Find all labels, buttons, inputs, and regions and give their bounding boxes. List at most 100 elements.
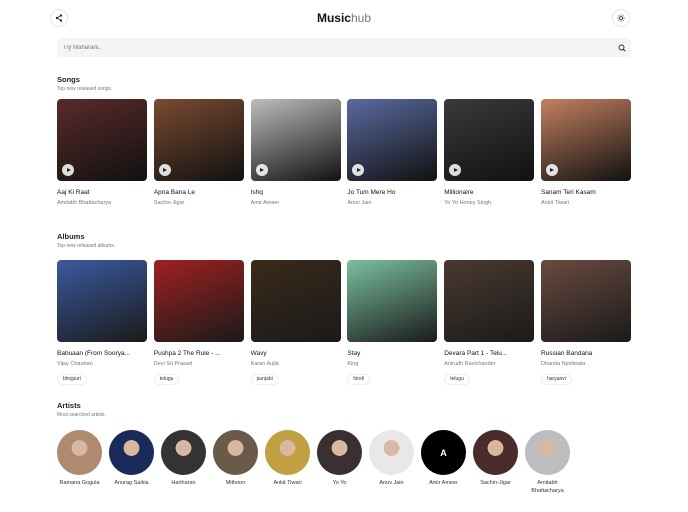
album-card[interactable]: Babuaan (From Soorya... Vijay Chauhan bh… [57,260,147,385]
album-cover[interactable] [57,260,147,342]
album-cover[interactable] [250,260,341,342]
album-title: Pushpa 2 The Rule - ... [153,350,221,357]
artist-avatar[interactable] [57,430,102,475]
artist-name: Anurag Saikia [114,480,149,486]
album-card[interactable]: Pushpa 2 The Rule - ... Devi Sri Prasad … [153,260,244,385]
artist-name: Sachin-Jigar [480,480,511,486]
album-artist: Vijay Chauhan [57,361,93,367]
album-artist: Karan Aujla [250,361,279,367]
song-card[interactable]: Millionaire Yo Yo Honey Singh [444,99,535,206]
artist-item[interactable]: Sachin-Jigar [473,430,518,495]
song-title: Apna Bana Le [153,189,195,196]
song-title: Ishq [250,189,263,196]
app-logo: Musichub [316,11,372,25]
song-artist: Amir Ameer [250,200,280,206]
album-card[interactable]: Stay King hindi [347,260,438,385]
album-cover[interactable] [153,260,244,342]
language-tag: punjabi [250,373,279,385]
album-cover[interactable] [347,260,438,342]
search-bar[interactable] [57,38,631,57]
song-title: Millionaire [444,189,474,196]
album-artist: Devi Sri Prasad [153,361,193,367]
language-tag: haryanvi [540,373,572,385]
play-icon[interactable] [352,164,365,176]
song-artist: Yo Yo Honey Singh [444,200,492,206]
artists-subheading: Most searched artists. [57,412,106,418]
album-artist: Anirudh Ravichander [444,361,496,367]
play-icon[interactable] [255,164,268,176]
artist-avatar[interactable] [265,430,310,475]
artist-avatar[interactable] [369,430,414,475]
songs-list: Aaj Ki Raat Amitabh Bhattacharya Apna Ba… [57,99,631,206]
song-card[interactable]: Jo Tum Mere Ho Anuv Jain [347,99,438,206]
song-title: Sanam Teri Kasam [540,189,596,196]
artist-item[interactable]: Yo Yo [317,430,362,495]
artist-initial: A [440,447,447,458]
artist-item[interactable]: Amitabh Bhattacharya [525,430,570,495]
artist-name: Mithoon [225,480,246,486]
song-artist: Anuv Jain [347,200,372,206]
album-card[interactable]: Wavy Karan Aujla punjabi [250,260,341,385]
album-title: Babuaan (From Soorya... [57,350,130,357]
album-card[interactable]: Devara Part 1 - Telu... Anirudh Ravichan… [444,260,535,385]
artists-heading: Artists [57,401,81,410]
play-icon[interactable] [62,164,74,176]
language-tag: bhojpuri [57,373,87,385]
album-cover[interactable] [444,260,535,342]
album-cover[interactable] [540,260,631,342]
song-cover[interactable] [250,99,341,181]
albums-heading: Albums [57,232,85,241]
artist-name: Hariharan [171,480,196,486]
play-icon[interactable] [158,164,171,176]
search-icon[interactable] [618,44,626,52]
artist-item[interactable]: Hariharan [161,430,206,495]
sun-icon [617,14,625,22]
search-input[interactable] [63,44,618,51]
language-tag: telugu [444,373,470,385]
album-artist: Dhanda Nyoliwala [540,361,586,367]
artist-name: Ramana Gogula [59,480,100,486]
artist-avatar[interactable] [473,430,518,475]
artist-avatar[interactable] [317,430,362,475]
language-tag: telugu [153,373,180,385]
artist-item[interactable]: Mithoon [213,430,258,495]
artist-avatar[interactable] [161,430,206,475]
album-title: Devara Part 1 - Telu... [444,350,508,357]
artist-item[interactable]: Ramana Gogula [57,430,102,495]
play-icon[interactable] [449,164,462,176]
language-tag: hindi [347,373,370,385]
album-artist: King [347,361,359,367]
song-card[interactable]: Ishq Amir Ameer [250,99,341,206]
artist-name: Amitabh Bhattacharya [531,480,564,494]
artist-item[interactable]: Anurag Saikia [109,430,154,495]
album-title: Stay [347,350,361,357]
song-cover[interactable] [444,99,535,181]
theme-toggle-button[interactable] [612,9,630,27]
song-cover[interactable] [540,99,631,181]
artist-item[interactable]: Ankit Tiwari [265,430,310,495]
artists-list: Ramana Gogula Anurag Saikia Hariharan Mi… [57,430,570,495]
artist-name: Amir Ameer [429,480,458,486]
artist-avatar[interactable] [213,430,258,475]
artist-item[interactable]: A Amir Ameer [421,430,466,495]
artist-name: Anuv Jain [379,480,404,486]
song-title: Aaj Ki Raat [57,189,90,196]
artist-avatar[interactable] [525,430,570,475]
song-cover[interactable] [57,99,147,181]
songs-heading: Songs [57,75,80,84]
album-title: Russian Bandana [540,350,593,357]
song-card[interactable]: Apna Bana Le Sachin-Jigar [153,99,244,206]
play-icon[interactable] [545,164,558,176]
albums-subheading: Top new released albums. [57,243,116,249]
album-card[interactable]: Russian Bandana Dhanda Nyoliwala haryanv… [540,260,631,385]
artist-avatar[interactable]: A [421,430,466,475]
artist-avatar[interactable] [109,430,154,475]
artist-item[interactable]: Anuv Jain [369,430,414,495]
song-artist: Ankit Tiwari [540,200,570,206]
song-cover[interactable] [153,99,244,181]
song-cover[interactable] [347,99,438,181]
artist-name: Ankit Tiwari [273,480,302,486]
artist-name: Yo Yo [332,480,347,486]
song-card[interactable]: Aaj Ki Raat Amitabh Bhattacharya [57,99,147,206]
song-card[interactable]: Sanam Teri Kasam Ankit Tiwari [540,99,631,206]
